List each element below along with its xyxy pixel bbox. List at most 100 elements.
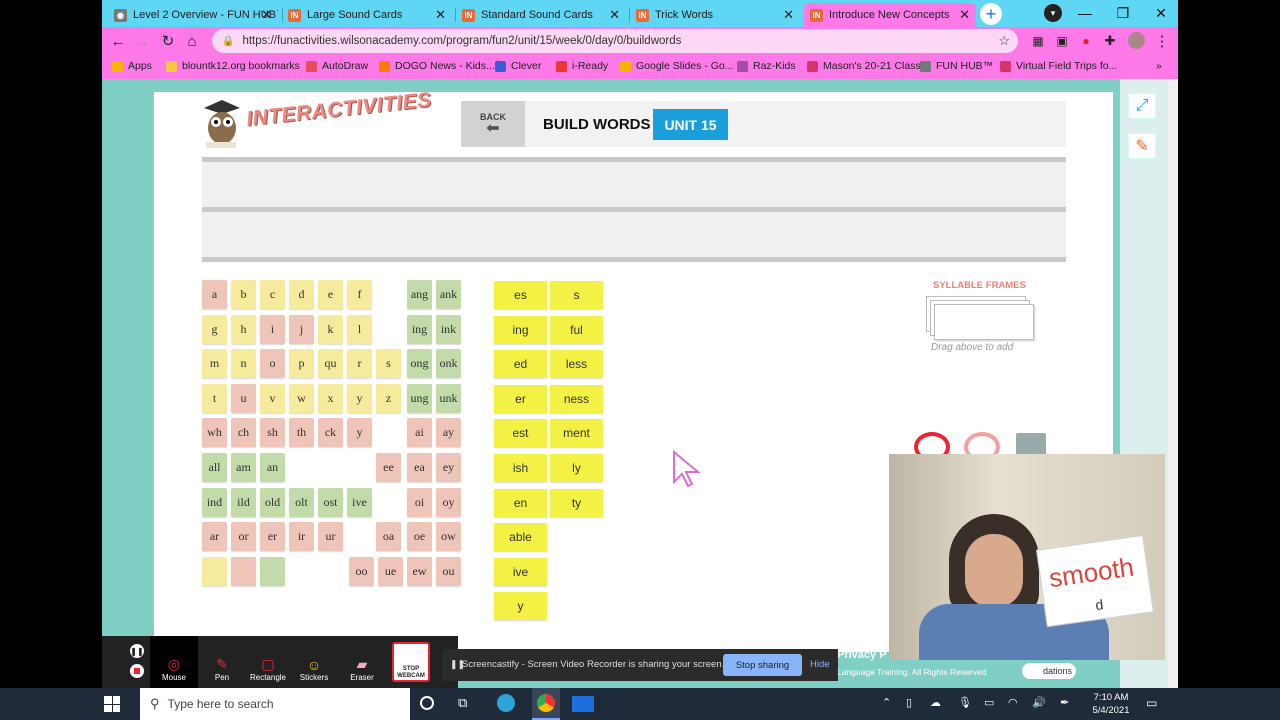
bookmark-star-icon[interactable]: ☆ [998,33,1010,49]
letter-tile[interactable]: g [202,314,227,344]
rectangle-tool[interactable]: ▢ Rectangle [246,636,290,688]
letter-tile[interactable]: unk [436,383,461,413]
suffix-tile[interactable]: s [550,281,603,309]
bookmark-blount[interactable]: blountk12.org bookmarks [166,60,300,72]
bookmark-autodraw[interactable]: AutoDraw [306,60,368,72]
letter-tile[interactable]: am [231,453,256,482]
letter-tile[interactable]: sh [260,418,285,448]
stickers-tool[interactable]: ☺ Stickers [292,636,336,688]
suffix-tile[interactable]: er [494,384,547,413]
blank-tile[interactable] [260,556,285,586]
bookmark-dogo[interactable]: DOGO News - Kids... [379,60,495,72]
letter-tile[interactable]: ink [436,314,461,344]
bookmark-field-trips[interactable]: Virtual Field Trips fo... [1000,60,1117,72]
letter-tile[interactable]: z [376,383,401,413]
letter-tile[interactable]: f [347,280,372,309]
suffix-tile[interactable]: en [494,488,547,517]
windows-start-icon[interactable] [104,696,120,712]
letter-tile[interactable]: ow [436,522,461,552]
menu-icon[interactable]: ⋮ [1152,31,1172,51]
volume-icon[interactable]: 🔊 [1032,696,1046,709]
tray-app-icon[interactable]: ▯ [906,696,912,709]
close-window-icon[interactable]: ✕ [1144,0,1178,26]
letter-tile[interactable]: o [260,349,285,379]
bookmark-google-slides[interactable]: Google Slides - Go... [620,60,733,72]
clock[interactable]: 7:10 AM 5/4/2021 [1086,691,1136,717]
wifi-icon[interactable]: ◠ [1008,696,1018,709]
letter-tile[interactable]: ou [436,556,461,586]
pen-ink-icon[interactable]: ✒ [1060,696,1069,709]
letter-tile[interactable]: h [231,314,256,344]
suffix-tile[interactable]: ed [494,350,547,379]
letter-tile[interactable]: ank [436,280,461,309]
letter-tile[interactable]: l [347,314,372,344]
notification-icon[interactable]: ▭ [1146,696,1157,710]
letter-tile[interactable]: v [260,383,285,413]
hide-button[interactable]: Hide [810,659,830,670]
task-view-icon[interactable]: ⧉ [458,695,467,711]
suffix-tile[interactable]: ish [494,454,547,482]
tab-level2-overview[interactable]: ◉ Level 2 Overview - FUN HUB™ ✕ [108,3,278,27]
letter-tile[interactable]: ive [347,487,372,517]
bookmark-mason-class[interactable]: Mason's 20-21 Class [807,60,921,72]
new-tab-button[interactable]: + [980,3,1002,25]
tray-chevron-icon[interactable]: ⌃ [882,696,891,709]
letter-tile[interactable]: j [289,314,314,344]
letter-tile[interactable]: ch [231,418,256,448]
close-tab-icon[interactable]: ✕ [609,7,620,23]
puzzle-icon[interactable]: ✚ [1100,31,1120,51]
more-bookmarks-icon[interactable]: » [1156,60,1162,72]
suffix-tile[interactable]: ive [494,557,547,586]
back-arrow-icon[interactable]: ← [108,31,128,51]
paintbrush-icon[interactable]: ✎ [1128,133,1156,159]
letter-tile[interactable]: c [260,280,285,309]
blank-tile[interactable] [231,556,256,586]
letter-tile[interactable]: th [289,418,314,448]
letter-tile[interactable]: all [202,453,227,482]
battery-icon[interactable]: ▭ [984,696,994,709]
word-build-row-2[interactable] [202,212,1066,257]
cortana-icon[interactable] [420,696,434,710]
letter-tile[interactable]: ild [231,487,256,517]
suffix-tile[interactable]: y [494,592,547,621]
close-tab-icon[interactable]: ✕ [261,7,272,23]
tab-trick-words[interactable]: IN Trick Words ✕ [630,3,800,27]
letter-tile[interactable]: wh [202,418,227,448]
letter-tile[interactable]: i [260,314,285,344]
scrollbar[interactable] [1168,79,1178,688]
letter-tile[interactable]: ee [376,453,401,482]
edge-icon[interactable] [497,694,515,712]
letter-tile[interactable]: oo [349,556,374,586]
letter-tile[interactable]: ing [407,314,432,344]
letter-tile[interactable]: ung [407,383,432,413]
letter-tile[interactable]: p [289,349,314,379]
letter-tile[interactable]: qu [318,349,343,379]
letter-tile[interactable]: ur [318,522,343,552]
stop-record-icon[interactable] [130,664,144,678]
back-button[interactable]: BACK ⬅ [461,101,525,147]
letter-tile[interactable]: er [260,522,285,552]
letter-tile[interactable]: ong [407,349,432,379]
chrome-taskbar-item[interactable] [532,688,560,720]
letter-tile[interactable]: onk [436,349,461,379]
address-bar[interactable]: 🔒 https://funactivities.wilsonacademy.co… [212,29,1018,53]
suffix-tile[interactable]: ing [494,315,547,344]
suffix-tile[interactable]: ful [550,315,603,344]
suffix-tile[interactable]: ment [550,419,603,448]
letter-tile[interactable]: r [347,349,372,379]
letter-tile[interactable]: ea [407,453,432,482]
letter-tile[interactable]: old [260,487,285,517]
tab-standard-sound-cards[interactable]: IN Standard Sound Cards ✕ [456,3,626,27]
letter-tile[interactable]: ey [436,453,461,482]
stop-webcam-button[interactable]: STOP WEBCAM [392,642,430,682]
pause-icon[interactable]: ❚❚ [130,644,144,658]
letter-tile[interactable]: ind [202,487,227,517]
letter-tile[interactable]: oi [407,487,432,517]
grid-extension-icon[interactable]: ▦ [1028,31,1048,51]
letter-tile[interactable]: ir [289,522,314,552]
letter-tile[interactable]: ang [407,280,432,309]
letter-tile[interactable]: u [231,383,256,413]
microphone-icon[interactable]: 🎙 [958,696,972,709]
letter-tile[interactable]: k [318,314,343,344]
letter-tile[interactable]: w [289,383,314,413]
